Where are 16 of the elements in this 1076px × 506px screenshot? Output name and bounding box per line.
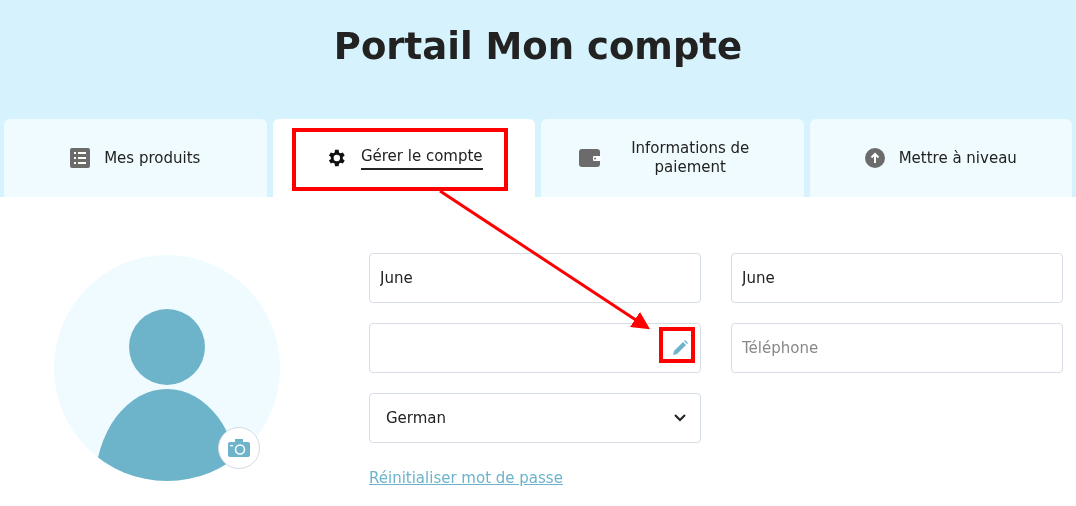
input-field[interactable]: June: [369, 253, 701, 303]
input-field[interactable]: June: [731, 253, 1063, 303]
tab[interactable]: Mes produits: [4, 119, 267, 197]
arrow-up-icon: [864, 148, 885, 168]
tab[interactable]: Mettre à niveau: [809, 119, 1072, 197]
pencil-icon[interactable]: [671, 339, 689, 357]
input-field[interactable]: [369, 323, 701, 373]
list-icon: [70, 148, 91, 168]
page-title: Portail Mon compte: [333, 24, 743, 70]
camera-icon: [228, 439, 250, 457]
wallet-icon: [579, 148, 602, 168]
highlight-box: [659, 327, 695, 363]
input-field[interactable]: Téléphone: [731, 323, 1063, 373]
chevron-down-icon: [674, 414, 686, 422]
language-select[interactable]: German: [369, 393, 701, 443]
tab[interactable]: Informations de paiement: [541, 119, 804, 197]
